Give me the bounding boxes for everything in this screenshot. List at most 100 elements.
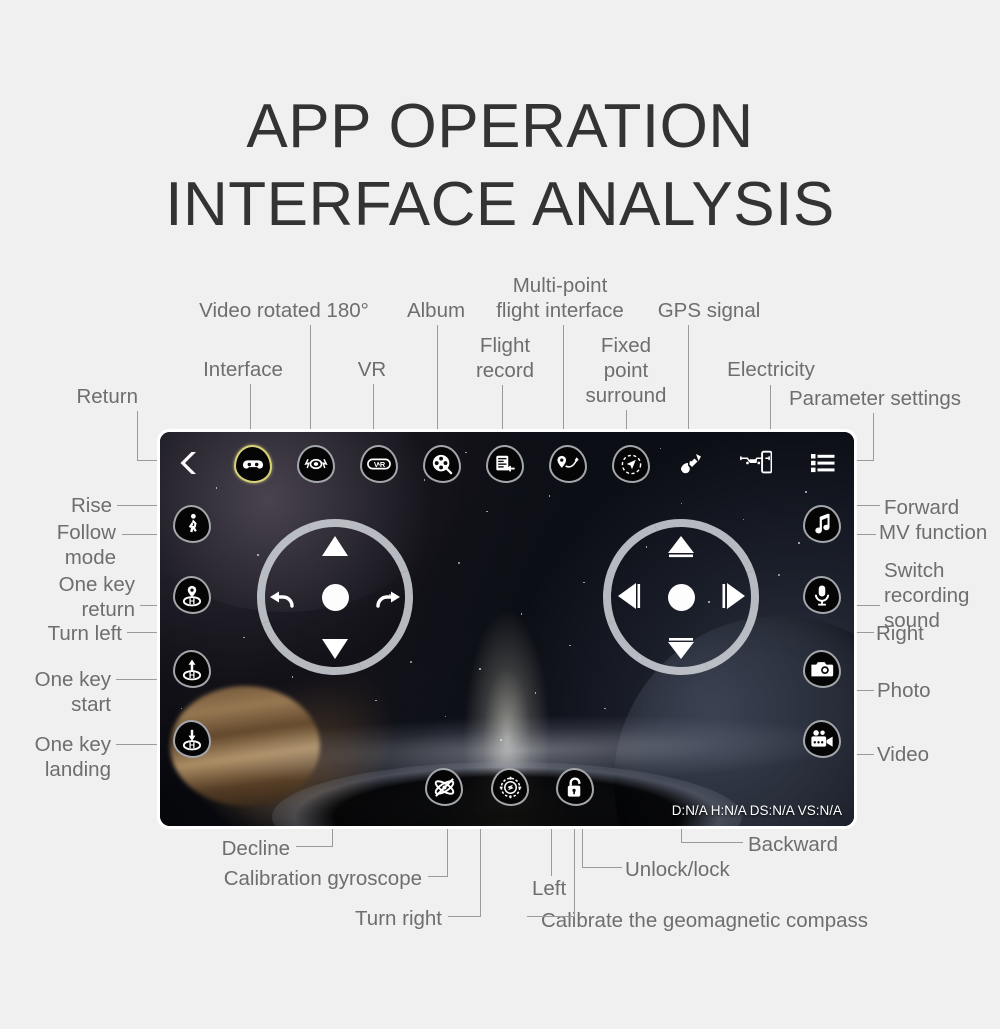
label-parameter-settings: Parameter settings: [789, 387, 962, 410]
label-photo: Photo: [877, 679, 931, 702]
leader-unlock-h: [582, 867, 622, 868]
calibrate-geomagnetic-compass-button[interactable]: [491, 768, 529, 806]
fixed-point-surround-button[interactable]: [612, 445, 650, 483]
leader-return: [137, 411, 138, 461]
video-rotated-180-button[interactable]: [297, 445, 335, 483]
right-joystick[interactable]: [603, 519, 759, 675]
svg-text:H: H: [189, 740, 195, 750]
vr-button[interactable]: VR: [360, 445, 398, 483]
decline-button[interactable]: [320, 636, 350, 667]
leader-turn-right-h: [448, 916, 481, 917]
gamepad-icon: [242, 460, 264, 469]
parameter-settings-button[interactable]: [810, 452, 838, 479]
menu-lines-icon: [811, 454, 835, 473]
backward-button[interactable]: [666, 636, 696, 667]
status-bar: D:N/A H:N/A DS:N/A VS:N/A: [671, 803, 842, 818]
gyroscope-icon: [434, 777, 454, 797]
label-one-key-return: One key return: [58, 573, 135, 621]
album-button[interactable]: [423, 445, 461, 483]
mv-function-button[interactable]: [803, 505, 841, 543]
label-forward: Forward: [884, 496, 960, 519]
microphone-icon: [814, 584, 830, 606]
video-button[interactable]: [803, 720, 841, 758]
svg-text:H: H: [189, 670, 195, 680]
title-line-1: APP OPERATION: [246, 92, 754, 161]
turn-right-button[interactable]: [373, 582, 403, 615]
label-calibration-gyroscope: Calibration gyroscope: [223, 867, 422, 890]
photo-button[interactable]: [803, 650, 841, 688]
label-return: Return: [76, 385, 138, 408]
label-interface: Interface: [203, 358, 283, 381]
label-turn-left: Turn left: [47, 622, 122, 645]
label-decline: Decline: [221, 837, 290, 860]
svg-text:R: R: [380, 460, 386, 469]
label-left: Left: [532, 877, 567, 900]
decline-triangle-icon: [322, 639, 348, 659]
music-note-icon: [815, 513, 830, 534]
right-button[interactable]: [720, 581, 748, 616]
left-joystick[interactable]: [257, 519, 413, 675]
label-backward: Backward: [748, 833, 839, 856]
forward-triangle-icon: [668, 536, 694, 558]
title-line-2: INTERFACE ANALYSIS: [165, 170, 835, 239]
leader-gyroscope-h: [428, 876, 448, 877]
interface-button[interactable]: [234, 445, 272, 483]
label-one-key-landing: One key landing: [34, 733, 111, 781]
label-follow-mode: Follow mode: [56, 521, 116, 569]
right-triangle-icon: [722, 583, 745, 609]
one-key-landing-button[interactable]: H: [173, 720, 211, 758]
flip-video-icon: [304, 458, 328, 470]
leader-parameter-settings: [873, 413, 874, 461]
video-camera-icon: [811, 730, 833, 747]
walking-person-icon: [188, 513, 197, 533]
turn-left-button[interactable]: [267, 582, 297, 615]
label-gps-signal: GPS signal: [657, 299, 761, 322]
leader-video-rotated: [310, 325, 311, 440]
orbit-point-icon: [621, 454, 641, 474]
leader-decline-h: [296, 846, 333, 847]
camera-icon: [811, 662, 834, 677]
one-key-start-button[interactable]: H: [173, 650, 211, 688]
left-joystick-knob[interactable]: [321, 583, 349, 611]
electricity-indicator: [738, 450, 773, 481]
unlock-padlock-icon: [567, 776, 581, 797]
rotate-right-icon: [376, 591, 400, 608]
label-rise: Rise: [70, 494, 112, 517]
calibration-gyroscope-button[interactable]: [425, 768, 463, 806]
label-video: Video: [877, 743, 930, 766]
rise-triangle-icon: [322, 536, 348, 556]
label-turn-right: Turn right: [355, 907, 442, 930]
follow-mode-button[interactable]: [173, 505, 211, 543]
vr-goggles-icon: VR: [367, 458, 391, 470]
drone-battery-icon: [740, 450, 773, 474]
label-video-rotated-180: Video rotated 180°: [199, 299, 369, 322]
landing-home-icon: H: [182, 729, 202, 750]
rise-button[interactable]: [320, 533, 350, 564]
gps-signal-indicator[interactable]: [678, 452, 704, 481]
label-album: Album: [406, 299, 466, 322]
label-electricity: Electricity: [727, 358, 815, 381]
one-key-return-button[interactable]: H: [173, 576, 211, 614]
leader-album: [437, 325, 438, 440]
flight-record-icon: [495, 455, 515, 472]
forward-button[interactable]: [666, 533, 696, 564]
page-title: APP OPERATION INTERFACE ANALYSIS: [0, 88, 1000, 244]
multi-point-flight-button[interactable]: [549, 445, 587, 483]
label-multi-point-flight-interface: Multi-point flight interface: [496, 274, 624, 322]
label-calibrate-geomagnetic-compass: Calibrate the geomagnetic compass: [541, 909, 869, 932]
label-mv-function: MV function: [879, 521, 988, 544]
backward-triangle-icon: [668, 638, 694, 659]
label-fixed-point-surround: Fixed point surround: [585, 334, 667, 407]
right-joystick-knob[interactable]: [667, 583, 695, 611]
unlock-lock-button[interactable]: [556, 768, 594, 806]
label-vr: VR: [357, 358, 387, 381]
leader-compass-h: [527, 916, 575, 917]
waypoint-route-icon: [556, 455, 579, 468]
left-triangle-icon: [618, 583, 641, 609]
film-reel-icon: [432, 454, 453, 475]
switch-recording-sound-button[interactable]: [803, 576, 841, 614]
svg-text:V: V: [374, 460, 379, 469]
left-button[interactable]: [615, 581, 643, 616]
flight-record-button[interactable]: [486, 445, 524, 483]
return-button[interactable]: [178, 449, 200, 482]
